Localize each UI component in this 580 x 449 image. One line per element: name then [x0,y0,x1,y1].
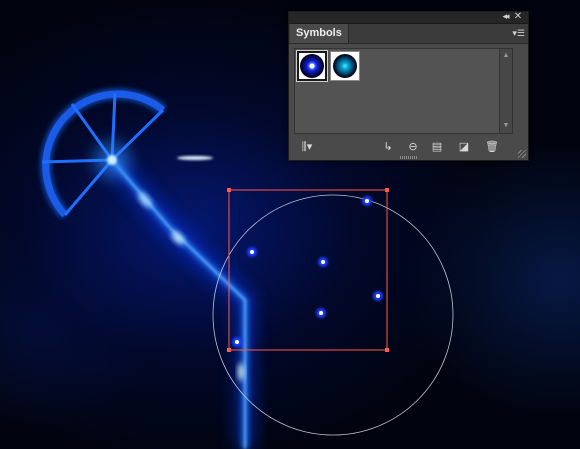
selection-handle-bottom-left[interactable] [227,348,231,352]
horizontal-glow-beam[interactable] [112,153,260,163]
tab-symbols[interactable]: Symbols [290,24,349,43]
selection-handle-bottom-right[interactable] [385,348,389,352]
panel-menu-icon[interactable]: ▾☰ [511,27,525,39]
glowing-circuit-line[interactable] [104,153,255,449]
place-symbol-instance-icon[interactable]: ↳ [382,140,394,154]
panel-tab-bar: Symbols ▾☰ [289,24,528,44]
panel-resize-grip-icon[interactable] [400,156,418,159]
scroll-down-arrow-icon[interactable]: ▼ [500,121,512,131]
grid-scrollbar[interactable]: ▲ ▼ [499,49,512,133]
panel-title-bar[interactable]: ◂◂ ✕ [289,11,528,24]
symbol-instance-dot [318,257,328,267]
new-symbol-icon[interactable]: ◪ [458,140,470,154]
cyan-glow-orb-symbol[interactable] [330,51,360,81]
symbol-options-icon[interactable]: ▤ [431,140,443,154]
orb-thumbnail-icon [300,54,324,78]
selection-handle-top-right[interactable] [385,188,389,192]
scroll-up-arrow-icon[interactable]: ▲ [500,51,512,61]
blue-glow-orb-symbol[interactable] [296,50,328,82]
corner-resize-grip-icon[interactable] [518,150,526,158]
symbol-instance-dot [247,247,257,257]
double-chevron-left-icon[interactable]: ◂◂ [499,11,511,23]
symbol-instance-dot [316,308,326,318]
symbol-libraries-menu-icon[interactable]: ⫼▾ [298,140,316,154]
delete-symbol-icon[interactable]: 🗑 [485,140,499,154]
symbol-library-grid[interactable]: ▲ ▼ [294,48,513,134]
panel-toolbar: ⫼▾ ↳ ⊖ ▤ ◪ 🗑 [289,134,528,160]
selection-handle-top-left[interactable] [227,188,231,192]
symbol-instance-dot [362,196,372,206]
symbol-instance-dot [232,337,242,347]
symbol-instance-dot [373,291,383,301]
close-icon[interactable]: ✕ [512,11,524,23]
symbols-panel[interactable]: ◂◂ ✕ Symbols ▾☰ ▲ ▼ ⫼▾ ↳ ⊖ ▤ ◪ 🗑 [288,11,529,161]
break-link-to-symbol-icon[interactable]: ⊖ [405,140,421,154]
orb-thumbnail-icon [333,54,357,78]
